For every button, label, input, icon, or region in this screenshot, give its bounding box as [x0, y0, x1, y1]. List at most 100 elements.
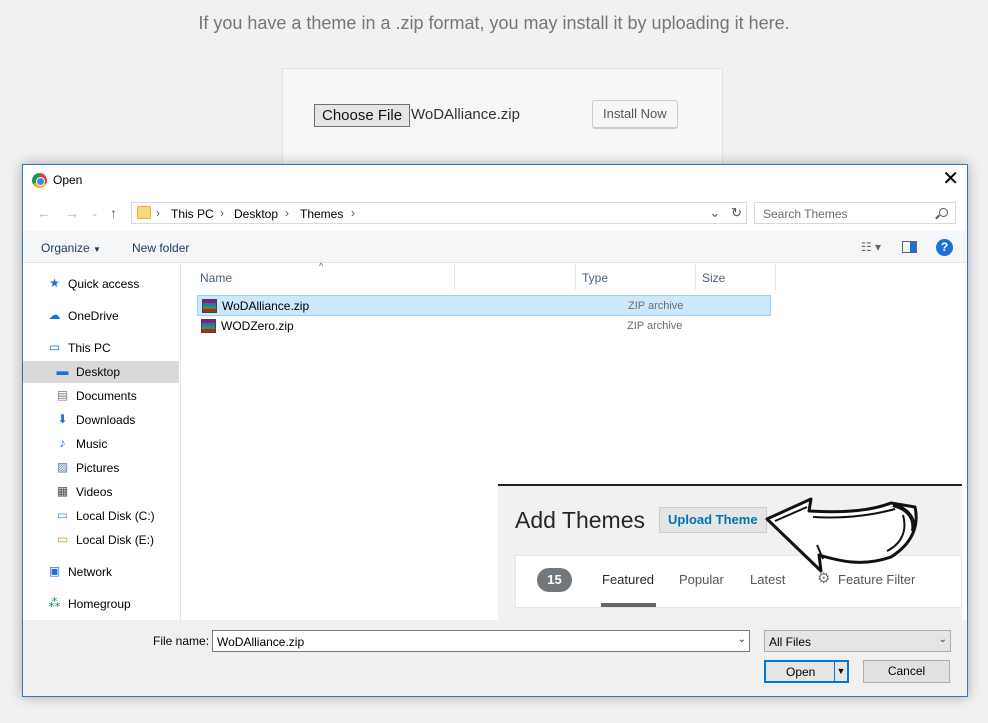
- drive-icon: ▭: [56, 508, 69, 522]
- chrome-icon: [32, 173, 47, 188]
- column-header-type[interactable]: Type: [575, 264, 695, 290]
- dialog-titlebar: Open ✕: [23, 165, 967, 195]
- file-row[interactable]: WODZero.zip ZIP archive: [197, 316, 771, 337]
- add-themes-title: Add Themes: [515, 507, 645, 533]
- sidebar-item-label: Downloads: [76, 413, 136, 427]
- tab-popular[interactable]: Popular: [679, 572, 724, 587]
- sidebar-item-videos[interactable]: ▦ Videos: [23, 481, 179, 503]
- file-type-value: All Files: [769, 635, 812, 649]
- sidebar-item-label: Videos: [76, 485, 113, 499]
- view-options-icon[interactable]: ☷ ▾: [861, 240, 881, 254]
- help-icon[interactable]: ?: [936, 239, 953, 256]
- open-button[interactable]: Open ▼: [764, 660, 849, 683]
- tab-featured[interactable]: Featured: [602, 572, 654, 587]
- download-icon: ⬇: [57, 412, 68, 426]
- cancel-button[interactable]: Cancel: [863, 660, 950, 683]
- file-type: ZIP archive: [627, 320, 683, 332]
- upload-theme-button[interactable]: Upload Theme: [659, 507, 767, 533]
- sidebar-item-label: Local Disk (C:): [76, 509, 155, 523]
- star-icon: ★: [49, 276, 60, 290]
- desktop-icon: ▬: [56, 364, 69, 378]
- sidebar-item-onedrive[interactable]: ☁ OneDrive: [23, 305, 179, 327]
- search-icon: [939, 208, 948, 217]
- active-tab-indicator: [601, 603, 656, 607]
- address-bar[interactable]: › This PC › Desktop › Themes › ⌄ ↻: [131, 202, 747, 224]
- sidebar-item-label: Local Disk (E:): [76, 533, 155, 547]
- preview-pane-icon[interactable]: [902, 241, 917, 253]
- sidebar-item-quick-access[interactable]: ★ Quick access: [23, 273, 179, 295]
- up-arrow-icon[interactable]: ↑: [110, 205, 117, 221]
- sidebar-item-disk-e[interactable]: ▭ Local Disk (E:): [23, 529, 179, 551]
- install-now-button[interactable]: Install Now: [592, 100, 678, 128]
- upload-instruction: If you have a theme in a .zip format, yo…: [198, 13, 790, 33]
- choose-file-button[interactable]: Choose File: [314, 104, 411, 127]
- file-type: ZIP archive: [628, 300, 684, 312]
- file-name-label: File name:: [153, 634, 210, 648]
- sidebar-item-label: Desktop: [76, 365, 121, 379]
- file-type-select[interactable]: All Files ⌄: [764, 630, 951, 652]
- column-header-name[interactable]: Name ^: [182, 261, 454, 290]
- close-icon[interactable]: ✕: [942, 168, 959, 190]
- sidebar-item-pictures[interactable]: ▨ Pictures: [23, 457, 179, 479]
- sidebar-item-label: OneDrive: [68, 309, 119, 323]
- back-arrow-icon[interactable]: ←: [37, 205, 51, 221]
- dialog-title: Open: [53, 173, 83, 187]
- dropdown-caret-icon: ▼: [93, 245, 101, 254]
- chevron-down-icon[interactable]: ⌄: [738, 634, 746, 645]
- video-icon: ▦: [56, 484, 69, 498]
- search-input[interactable]: Search Themes: [763, 207, 848, 221]
- new-folder-button[interactable]: New folder: [132, 241, 189, 255]
- picture-icon: ▨: [56, 460, 69, 474]
- sidebar-item-this-pc[interactable]: ▭ This PC: [23, 337, 179, 359]
- search-box[interactable]: Search Themes: [754, 202, 956, 224]
- drive-icon: ▭: [56, 532, 69, 546]
- sidebar-item-disk-c[interactable]: ▭ Local Disk (C:): [23, 505, 179, 527]
- sidebar-item-label: Documents: [76, 389, 137, 403]
- forward-arrow-icon[interactable]: →: [65, 205, 79, 221]
- navigation-pane: ★ Quick access ☁ OneDrive ▭ This PC ▬ De…: [23, 264, 181, 620]
- file-row[interactable]: WoDAlliance.zip ZIP archive: [197, 295, 771, 316]
- column-divider[interactable]: [775, 264, 776, 290]
- breadcrumb-themes[interactable]: Themes: [300, 207, 343, 221]
- column-divider[interactable]: [454, 264, 455, 290]
- sidebar-item-label: Quick access: [68, 277, 140, 291]
- chosen-file-name: WoDAlliance.zip: [411, 106, 520, 123]
- breadcrumb-this-pc[interactable]: This PC: [171, 207, 214, 221]
- winrar-archive-icon: [202, 299, 217, 313]
- organize-menu[interactable]: Organize ▼: [41, 241, 101, 255]
- column-header-size[interactable]: Size: [695, 264, 775, 290]
- sidebar-item-label: Pictures: [76, 461, 120, 475]
- chevron-down-icon: ⌄: [938, 634, 947, 645]
- theme-count-badge: 15: [537, 568, 572, 592]
- sidebar-item-documents[interactable]: ▤ Documents: [23, 385, 179, 407]
- command-bar: Organize ▼ New folder ☷ ▾ ?: [23, 231, 967, 263]
- hand-drawn-arrow-icon: [765, 497, 918, 573]
- sidebar-item-homegroup[interactable]: ⁂ Homegroup: [23, 593, 179, 615]
- open-dropdown-icon[interactable]: ▼: [834, 662, 847, 681]
- homegroup-icon: ⁂: [48, 596, 61, 610]
- network-icon: ▣: [48, 564, 61, 578]
- sort-arrow-icon: ^: [319, 261, 324, 271]
- sidebar-item-downloads[interactable]: ⬇ Downloads: [23, 409, 179, 431]
- column-label: Name: [200, 271, 233, 285]
- breadcrumb-desktop[interactable]: Desktop: [234, 207, 278, 221]
- column-label: Size: [702, 271, 726, 285]
- file-name-field[interactable]: WoDAlliance.zip ⌄: [212, 630, 750, 652]
- music-icon: ♪: [59, 436, 66, 450]
- file-name-value: WoDAlliance.zip: [217, 635, 305, 649]
- cloud-icon: ☁: [48, 308, 61, 322]
- sidebar-item-label: Music: [76, 437, 108, 451]
- sidebar-item-desktop[interactable]: ▬ Desktop: [23, 361, 179, 383]
- upload-form: Choose File WoDAlliance.zip Install Now: [282, 68, 723, 168]
- sidebar-item-network[interactable]: ▣ Network: [23, 561, 179, 583]
- file-name: WODZero.zip: [221, 319, 294, 333]
- column-label: Type: [582, 271, 609, 285]
- sidebar-item-label: This PC: [68, 341, 111, 355]
- sidebar-item-music[interactable]: ♪ Music: [23, 433, 179, 455]
- recent-locations-icon[interactable]: ⌄: [91, 208, 99, 219]
- file-name: WoDAlliance.zip: [222, 299, 310, 313]
- address-controls[interactable]: ⌄ ↻: [709, 205, 742, 221]
- winrar-archive-icon: [201, 319, 216, 333]
- dialog-footer: File name: WoDAlliance.zip ⌄ All Files ⌄…: [23, 620, 967, 696]
- open-button-label: Open: [786, 665, 816, 679]
